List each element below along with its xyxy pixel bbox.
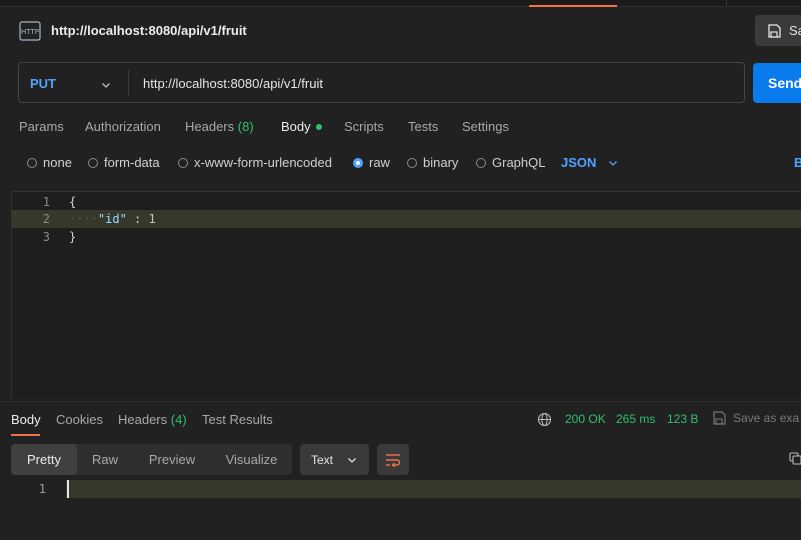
radio-binary[interactable]: binary: [407, 155, 458, 170]
method-select[interactable]: PUT: [30, 76, 56, 91]
radio-circle-selected: [353, 157, 363, 168]
tab-body-label: Body: [281, 119, 311, 134]
line-number: 1: [42, 195, 50, 209]
radio-raw[interactable]: raw: [353, 155, 390, 170]
http-request-icon: HTTP: [18, 20, 42, 42]
active-tab-indicator: [529, 5, 617, 7]
view-visualize[interactable]: Visualize: [211, 444, 292, 475]
code-text: {: [69, 195, 77, 209]
svg-text:HTTP: HTTP: [21, 28, 39, 36]
code-text: }: [69, 230, 77, 244]
response-format-select[interactable]: Text: [300, 444, 369, 475]
url-input[interactable]: http://localhost:8080/api/v1/fruit: [143, 76, 323, 91]
top-tab-strip: [0, 0, 801, 7]
response-headers-count: (4): [170, 412, 187, 427]
save-label: Sa: [789, 23, 801, 38]
tab-settings[interactable]: Settings: [462, 119, 509, 134]
url-divider: [128, 70, 129, 96]
radio-form-data[interactable]: form-data: [88, 155, 160, 170]
chevron-down-icon: [348, 457, 356, 463]
chevron-down-icon[interactable]: [101, 78, 111, 88]
code-text: ····"id" : 1: [69, 210, 156, 228]
radio-circle: [178, 157, 188, 168]
json-colon: :: [126, 212, 149, 226]
view-raw[interactable]: Raw: [77, 444, 133, 475]
tab-headers-label: Headers: [185, 119, 235, 134]
radio-label: binary: [423, 155, 459, 170]
tab-authorization[interactable]: Authorization: [85, 119, 161, 134]
response-tab-test-results[interactable]: Test Results: [202, 412, 273, 427]
view-pretty[interactable]: Pretty: [11, 444, 77, 475]
headers-count: (8): [237, 119, 254, 134]
radio-label: GraphQL: [492, 155, 546, 170]
radio-circle: [88, 157, 98, 168]
radio-label: x-www-form-urlencoded: [194, 155, 332, 170]
response-headers-label: Headers: [118, 412, 168, 427]
body-editor[interactable]: 1 { 2 ····"id" : 1 3 }: [11, 191, 801, 398]
radio-graphql[interactable]: GraphQL: [476, 155, 545, 170]
response-tab-cookies[interactable]: Cookies: [56, 412, 103, 427]
active-line-highlight: [66, 480, 801, 498]
chevron-down-icon: [609, 160, 618, 166]
wrap-lines-icon: [386, 453, 401, 467]
radio-label: form-data: [104, 155, 160, 170]
radio-label: raw: [369, 155, 390, 170]
save-icon: [768, 23, 781, 38]
radio-circle: [407, 157, 417, 168]
save-button[interactable]: Sa: [755, 15, 801, 46]
json-key: "id": [97, 212, 127, 226]
tab-headers[interactable]: Headers (8): [185, 119, 254, 134]
json-value: 1: [148, 212, 156, 226]
response-body-editor[interactable]: 1: [0, 480, 801, 498]
response-format-label: Text: [311, 452, 334, 467]
line-number: 2: [42, 212, 50, 226]
line-number: 1: [38, 482, 46, 496]
response-tab-body[interactable]: Body: [11, 412, 41, 427]
format-select[interactable]: JSON: [561, 155, 618, 170]
request-title[interactable]: http://localhost:8080/api/v1/fruit: [51, 23, 247, 38]
radio-label: none: [43, 155, 72, 170]
code-line: 1 {: [12, 193, 801, 211]
response-tab-headers[interactable]: Headers (4): [118, 412, 187, 427]
indent-guide: ····: [69, 212, 98, 226]
radio-urlencoded[interactable]: x-www-form-urlencoded: [178, 155, 332, 170]
tab-body[interactable]: Body: [281, 119, 322, 134]
tab-params[interactable]: Params: [19, 119, 64, 134]
globe-icon[interactable]: [537, 412, 552, 427]
beautify-link[interactable]: B: [794, 155, 801, 170]
text-cursor: [67, 480, 69, 498]
tab-separator: [726, 0, 727, 6]
tab-tests[interactable]: Tests: [408, 119, 438, 134]
save-as-example-button[interactable]: Save as exa: [712, 411, 799, 425]
save-as-example-label: Save as exa: [733, 411, 800, 425]
copy-icon[interactable]: [789, 452, 801, 466]
tab-scripts[interactable]: Scripts: [344, 119, 384, 134]
format-label: JSON: [561, 155, 597, 170]
active-tab-underline: [11, 434, 40, 436]
line-number: 3: [42, 230, 50, 244]
wrap-lines-button[interactable]: [377, 444, 409, 475]
send-button[interactable]: Send: [753, 63, 801, 103]
response-size[interactable]: 123 B: [667, 412, 698, 426]
view-preview[interactable]: Preview: [133, 444, 211, 475]
status-code[interactable]: 200 OK: [565, 412, 606, 426]
radio-none[interactable]: none: [27, 155, 72, 170]
body-modified-dot: [315, 123, 322, 130]
save-icon: [713, 411, 726, 425]
code-line-active: 2 ····"id" : 1: [12, 210, 801, 228]
response-time[interactable]: 265 ms: [616, 412, 655, 426]
radio-circle: [476, 157, 486, 168]
code-line: 3 }: [12, 228, 801, 246]
pane-divider[interactable]: [0, 401, 801, 402]
radio-circle: [27, 157, 37, 168]
